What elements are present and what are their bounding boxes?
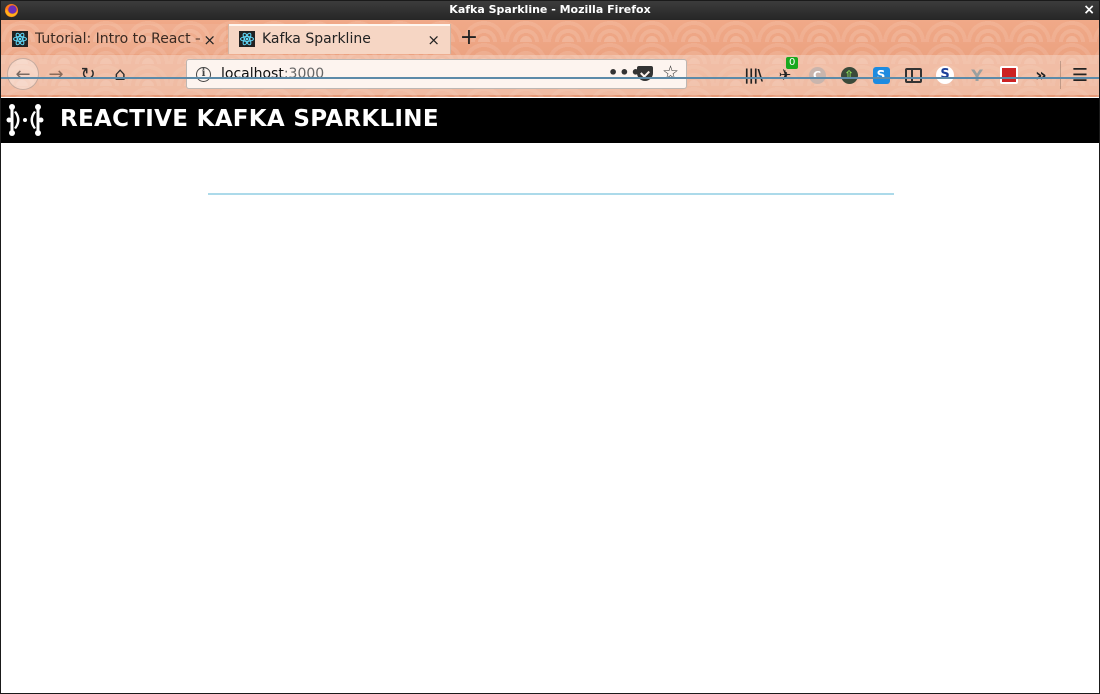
extension-red-square-icon[interactable] bbox=[999, 65, 1019, 85]
sparkline-chart bbox=[208, 193, 894, 195]
browser-chrome: Tutorial: Intro to React – R × Kafka Spa… bbox=[1, 20, 1099, 97]
extension-y-icon[interactable]: Y bbox=[967, 65, 987, 85]
back-button[interactable]: ← bbox=[7, 58, 39, 90]
url-port: :3000 bbox=[283, 66, 325, 82]
toolbar-separator bbox=[1060, 61, 1061, 89]
extension-letter: S bbox=[936, 66, 954, 84]
extension-glyph bbox=[1000, 66, 1018, 84]
app-header: REACTIVE KAFKA SPARKLINE bbox=[1, 98, 1099, 143]
window-close-button[interactable]: × bbox=[1083, 1, 1095, 20]
extension-letter: S bbox=[872, 66, 890, 84]
tab-intro-react[interactable]: Tutorial: Intro to React – R × bbox=[2, 24, 226, 54]
app-content bbox=[1, 143, 1099, 693]
extension-glyph: ⇧ bbox=[840, 66, 858, 84]
bookmark-star-icon[interactable]: ☆ bbox=[662, 62, 679, 84]
hamburger-menu-icon[interactable]: ☰ bbox=[1070, 65, 1090, 86]
toolbar-bottom-border bbox=[1, 77, 1099, 79]
overflow-chevron-icon[interactable]: » bbox=[1031, 65, 1051, 86]
extension-ghostery-icon[interactable]: ✈ 0 bbox=[775, 57, 799, 85]
library-icon[interactable]: |||\ bbox=[743, 65, 763, 85]
sidebar-glyph bbox=[904, 67, 922, 83]
react-favicon-icon bbox=[12, 31, 28, 47]
extension-badge: 0 bbox=[786, 57, 799, 69]
home-button[interactable]: ⌂ bbox=[105, 59, 135, 89]
window-title: Kafka Sparkline - Mozilla Firefox bbox=[449, 3, 651, 16]
reload-button[interactable]: ↻ bbox=[73, 59, 103, 89]
kafka-logo-icon bbox=[6, 104, 44, 136]
extension-letter: C bbox=[808, 66, 826, 84]
site-info-icon[interactable]: i bbox=[196, 67, 211, 82]
window-titlebar: Kafka Sparkline - Mozilla Firefox × bbox=[1, 1, 1099, 20]
extension-s-round-icon[interactable]: S bbox=[935, 65, 955, 85]
tab-close-icon[interactable]: × bbox=[427, 31, 440, 49]
url-host: localhost bbox=[221, 66, 284, 82]
url-bar[interactable]: i localhost:3000 ••• ☆ bbox=[186, 59, 687, 89]
tab-label: Tutorial: Intro to React – R bbox=[35, 31, 200, 47]
extension-c-icon[interactable]: C bbox=[807, 65, 827, 85]
new-tab-button[interactable]: + bbox=[457, 26, 481, 50]
sidebar-icon[interactable] bbox=[903, 65, 923, 85]
tab-kafka-sparkline[interactable]: Kafka Sparkline × bbox=[228, 24, 451, 54]
firefox-window: Kafka Sparkline - Mozilla Firefox × Tuto… bbox=[0, 0, 1100, 694]
app-title: REACTIVE KAFKA SPARKLINE bbox=[60, 106, 439, 132]
navigation-toolbar: ← → ↻ ⌂ i localhost:3000 ••• ☆ |||\ ✈ 0 … bbox=[1, 55, 1099, 95]
tab-close-icon[interactable]: × bbox=[203, 31, 216, 49]
forward-button[interactable]: → bbox=[41, 59, 71, 89]
url-text[interactable]: localhost:3000 bbox=[221, 66, 324, 82]
react-favicon-icon bbox=[239, 31, 255, 47]
extension-upload-icon[interactable]: ⇧ bbox=[839, 65, 859, 85]
extension-s-blue-icon[interactable]: S bbox=[871, 65, 891, 85]
tab-label: Kafka Sparkline bbox=[262, 31, 371, 47]
